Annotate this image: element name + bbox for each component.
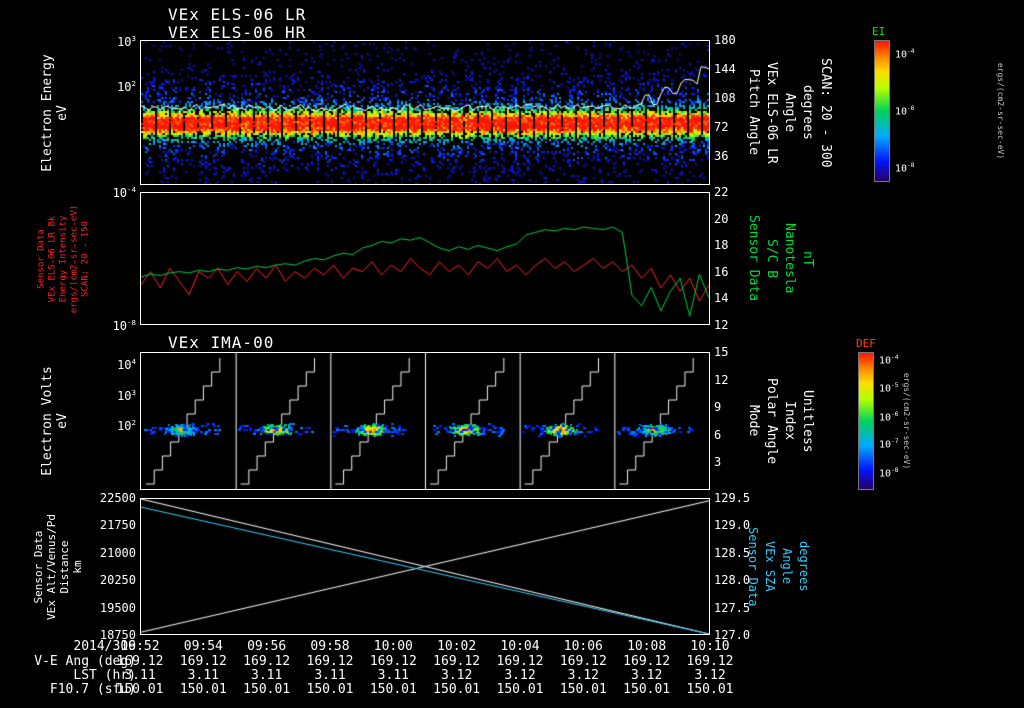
info-value: 169.12 [243,654,291,669]
info-value: 3.12 [631,668,663,683]
colorbar-ei-tick: 10-8 [895,161,915,175]
info-value: 3.11 [124,668,156,683]
info-value: 169.12 [559,654,607,669]
info-value: 150.01 [179,682,227,697]
time-tick-label: 10:08 [627,639,667,654]
info-value: 169.12 [369,654,417,669]
plot-title-els-lr: VEx ELS-06 LR [168,5,307,24]
time-tick-label: 09:54 [183,639,223,654]
colorbar-def-tick: 10-5 [879,381,899,395]
colorbar-def-gradient [858,352,874,490]
info-value: 150.01 [433,682,481,697]
intensity-bfield-canvas [141,193,709,324]
axis-tick-left-els-spectrogram: 103 [117,34,136,50]
colorbar-ei-title: EI [872,25,886,38]
info-value: 3.12 [567,668,599,683]
ima-spectrogram-panel [140,352,710,490]
ephemeris-canvas [141,499,709,634]
els-spectrogram-canvas [141,41,709,184]
time-tick-label: 09:58 [310,639,350,654]
axis-label-right-ephemeris: Sensor Data VEx SZA Angle degrees [746,526,811,607]
colorbar-def-unit: ergs/(cm2-sr-sec-eV) [902,372,911,470]
axis-tick-left-intensity-bfield: 10-8 [112,318,136,333]
colorbar-def-tick: 10-6 [879,410,899,424]
axis-tick-left-els-spectrogram: 102 [117,79,136,95]
intensity-bfield-panel [140,192,710,325]
info-value: 150.01 [369,682,417,697]
info-value: 169.12 [433,654,481,669]
info-value: 3.12 [504,668,536,683]
axis-label-left-ephemeris: Sensor Data VEx Alt/Venus/Pd Distance km [32,513,84,620]
info-value: 150.01 [623,682,671,697]
info-value: 3.11 [377,668,409,683]
info-value: 3.11 [187,668,219,683]
info-value: 169.12 [179,654,227,669]
info-value: 3.11 [251,668,283,683]
info-value: 169.12 [686,654,734,669]
plot-title-ima: VEx IMA-00 [168,333,275,352]
colorbar-ei-unit: ergs/(cm2-sr-sec-eV) [996,62,1005,160]
time-tick-label: 09:56 [247,639,287,654]
axis-tick-left-ima-spectrogram: 104 [117,357,136,373]
ephemeris-panel [140,498,710,635]
colorbar-ei-tick: 10-4 [895,48,915,61]
ima-spectrogram-canvas [141,353,709,489]
info-value: 150.01 [496,682,544,697]
axis-label-left-els-spectrogram: Electron Energy eV [40,53,70,172]
info-value: 169.12 [306,654,354,669]
info-value: 3.12 [441,668,473,683]
axis-label-left-ima-spectrogram: Electron Volts eV [40,366,70,476]
info-value: 3.12 [694,668,726,683]
info-value: 150.01 [116,682,164,697]
axis-tick-left-ephemeris: 22500 [99,491,136,505]
colorbar-ei-gradient [874,40,890,182]
axis-label-left-intensity-bfield: Sensor Data VEx ELS-06 LR Bk Energy Intens… [36,204,91,313]
axis-tick-left-intensity-bfield: 10-4 [112,185,136,200]
axis-tick-left-ima-spectrogram: 103 [117,387,136,403]
colorbar-ei-tick: 10-6 [895,105,915,118]
colorbar-def-tick: 10-8 [879,467,899,480]
els-spectrogram-panel [140,40,710,185]
info-value: 150.01 [243,682,291,697]
info-value: 150.01 [559,682,607,697]
axis-tick-left-ima-spectrogram: 102 [117,418,136,434]
axis-label-right-intensity-bfield: Sensor Data S/C B Nanotesla nT [746,215,815,302]
colorbar-def-title: DEF [856,337,876,350]
time-tick-label: 10:10 [690,639,730,654]
colorbar-def-tick: 10-4 [879,354,899,367]
info-value: 169.12 [496,654,544,669]
info-value: 150.01 [306,682,354,697]
time-tick-label: 10:04 [500,639,540,654]
time-tick-label: 10:06 [563,639,603,654]
date-label: 2014/316 [73,639,136,654]
info-value: 169.12 [623,654,671,669]
info-value: 150.01 [686,682,734,697]
colorbar-def-tick: 10-7 [879,438,899,451]
axis-label-right-ima-spectrogram: Mode Polar Angle Index Unitless [746,377,815,465]
info-value: 169.12 [116,654,164,669]
axis-label-right-els-spectrogram: Pitch Angle VEx ELS-06 LR Angle degrees SCAN… [746,57,833,168]
vex-science-data-display: VEx ELS-06 LR VEx ELS-06 HR VEx IMA-00 1… [0,0,1024,708]
time-tick-label: 10:02 [437,639,477,654]
info-value: 3.11 [314,668,346,683]
time-tick-label: 10:00 [373,639,413,654]
